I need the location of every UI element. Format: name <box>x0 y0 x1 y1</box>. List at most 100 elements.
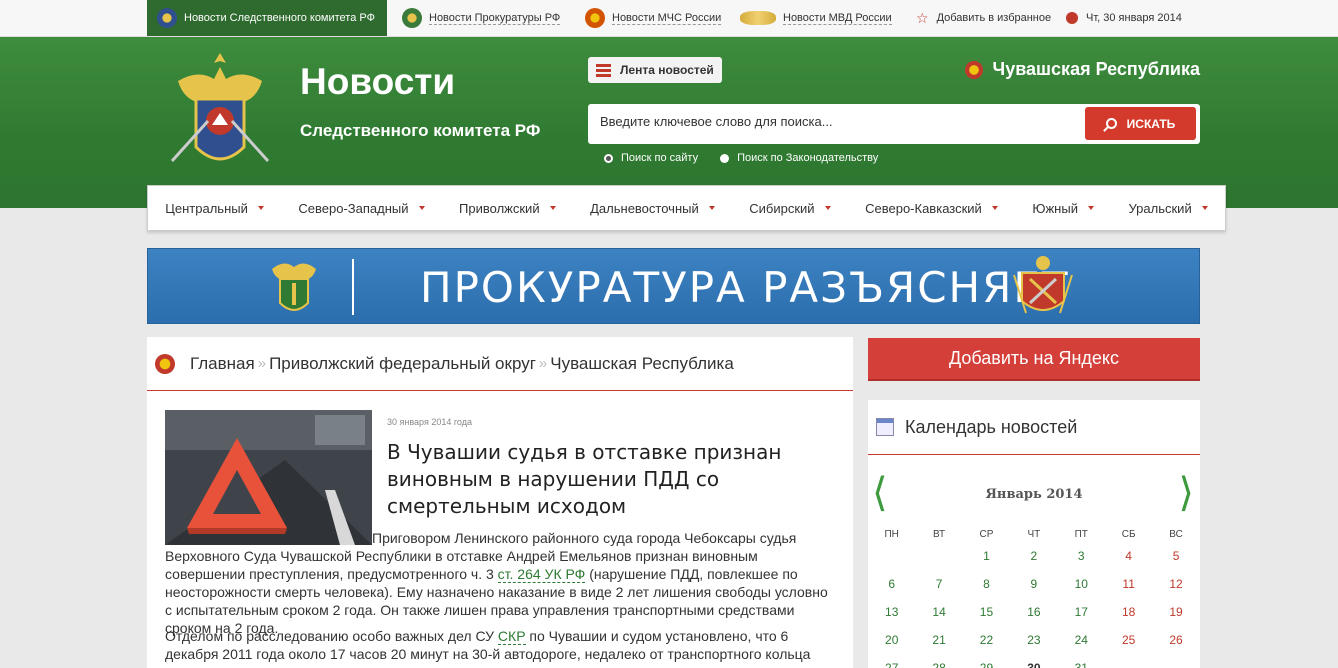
radio-checked-icon <box>604 153 613 163</box>
nav-label: Южный <box>1032 200 1078 216</box>
calendar-day[interactable]: 30 <box>1010 661 1057 668</box>
nav-item-fareast[interactable]: Дальневосточный <box>590 201 715 216</box>
breadcrumb-separator: » <box>538 355 548 372</box>
add-favorite-link[interactable]: ☆ Добавить в избранное <box>916 0 1051 36</box>
region-label: Чувашская Республика <box>992 59 1200 79</box>
radio-search-law[interactable]: Поиск по Законодательству <box>720 152 878 164</box>
calendar-title: Календарь новостей <box>905 416 1078 437</box>
calendar-day[interactable]: 26 <box>1152 633 1199 647</box>
prosecutor-emblem-icon <box>402 8 422 28</box>
prosecutor-emblem-icon <box>272 263 316 311</box>
calendar-day[interactable]: 23 <box>1010 633 1057 647</box>
topbar-tab-prosecutor[interactable]: Новости Прокуратуры РФ <box>402 0 561 36</box>
caret-down-icon <box>1201 206 1208 210</box>
topbar-tab-label: Новости МЧС России <box>612 11 722 25</box>
nav-item-central[interactable]: Центральный <box>165 201 264 216</box>
site-subtitle: Следственного комитета РФ <box>300 121 541 140</box>
caret-down-icon <box>257 206 264 210</box>
weekday-label: СР <box>979 528 994 540</box>
nav-item-northwest[interactable]: Северо-Западный <box>298 200 425 216</box>
news-feed-label: Лента новостей <box>620 63 714 77</box>
weekday-label: СБ <box>1121 528 1136 540</box>
calendar-header: Календарь новостей <box>868 400 1200 455</box>
search-scope: Поиск по сайту Поиск по Законодательству <box>604 152 900 164</box>
topbar-tab-label: Новости Прокуратуры РФ <box>429 11 561 25</box>
district-nav: Центральный Северо-Западный Приволжский … <box>147 185 1226 231</box>
skr-link[interactable]: СКР <box>497 628 526 645</box>
calendar-day[interactable]: 31 <box>1058 661 1105 668</box>
calendar-icon <box>876 418 894 436</box>
topbar-tab-mvd[interactable]: Новости МВД России <box>740 0 892 36</box>
breadcrumb-region[interactable]: Чувашская Республика <box>550 354 734 374</box>
search-button-label: ИСКАТЬ <box>1126 116 1176 131</box>
caret-down-icon <box>991 206 998 210</box>
breadcrumb-home[interactable]: Главная <box>190 354 255 374</box>
nav-item-northcaucasus[interactable]: Северо-Кавказский <box>865 201 998 216</box>
calendar-day[interactable]: 28 <box>915 661 962 668</box>
breadcrumb-separator: » <box>257 355 267 372</box>
article-photo-warning-triangle[interactable] <box>165 410 372 545</box>
calendar-weeks: 1 2 3 4 5 6 7 8 9 10 11 12 13 14 15 16 17 18 19 20 21 22 23 24 2… <box>868 542 1200 668</box>
region-selector[interactable]: Чувашская Республика <box>964 59 1200 80</box>
calendar-day[interactable]: 5 <box>1152 549 1199 563</box>
calendar-day[interactable]: 2 <box>1010 549 1057 563</box>
caret-down-icon <box>418 206 425 210</box>
calendar-day[interactable]: 7 <box>915 577 962 591</box>
calendar-day[interactable]: 24 <box>1058 633 1105 647</box>
breadcrumb: Главная » Приволжский федеральный округ … <box>147 337 853 391</box>
sk-coat-of-arms-icon[interactable] <box>168 51 272 175</box>
calendar-day[interactable]: 29 <box>963 661 1010 668</box>
breadcrumb-district[interactable]: Приволжский федеральный округ <box>269 354 536 374</box>
calendar-day[interactable]: 8 <box>963 577 1010 591</box>
calendar-day[interactable]: 22 <box>963 633 1010 647</box>
favorite-label: Добавить в избранное <box>936 12 1052 24</box>
calendar-day[interactable]: 6 <box>868 577 915 591</box>
nav-item-south[interactable]: Южный <box>1032 201 1094 216</box>
next-month-arrow-icon[interactable]: ⟩ <box>1178 470 1194 516</box>
calendar-day[interactable]: 9 <box>1010 577 1057 591</box>
add-to-yandex-button[interactable]: Добавить на Яндекс <box>868 338 1200 381</box>
calendar-day[interactable]: 20 <box>868 633 915 647</box>
search-button[interactable]: ИСКАТЬ <box>1085 107 1196 140</box>
nav-label: Северо-Западный <box>298 200 409 216</box>
date-label: Чт, 30 января 2014 <box>1086 12 1182 24</box>
article-headline[interactable]: В Чувашии судья в отставке признан винов… <box>387 439 787 520</box>
calendar-day[interactable]: 1 <box>963 549 1010 563</box>
calendar-day[interactable]: 4 <box>1105 549 1152 563</box>
calendar-day[interactable]: 17 <box>1058 605 1105 619</box>
prosecutor-explains-banner[interactable]: ПРОКУРАТУРА РАЗЪЯСНЯЕТ <box>147 248 1200 324</box>
calendar-day[interactable]: 13 <box>868 605 915 619</box>
calendar-week-row: 12345 <box>868 542 1200 570</box>
calendar-day[interactable]: 18 <box>1105 605 1152 619</box>
calendar-week-row: 13 14 15 16 17 18 19 <box>868 598 1200 626</box>
radio-label: Поиск по сайту <box>621 152 699 164</box>
article-date: 30 января 2014 года <box>387 417 472 427</box>
weekday-label: ЧТ <box>1027 528 1041 540</box>
calendar-day[interactable]: 25 <box>1105 633 1152 647</box>
calendar-day[interactable]: 16 <box>1010 605 1057 619</box>
law-article-link[interactable]: ст. 264 УК РФ <box>497 566 586 583</box>
calendar-month: Январь 2014 <box>985 487 1083 502</box>
calendar-day[interactable]: 15 <box>963 605 1010 619</box>
nav-item-siberia[interactable]: Сибирский <box>749 201 831 216</box>
calendar-day[interactable]: 27 <box>868 661 915 668</box>
article-panel: Главная » Приволжский федеральный округ … <box>147 337 853 668</box>
calendar-day[interactable]: 12 <box>1152 577 1199 591</box>
topbar-tab-sk[interactable]: Новости Следственного комитета РФ <box>147 0 387 36</box>
search-input[interactable] <box>600 114 1070 129</box>
radio-search-site[interactable]: Поиск по сайту <box>604 152 698 164</box>
calendar-day[interactable]: 10 <box>1058 577 1105 591</box>
paragraph-text: Отделом по расследованию особо важных де… <box>165 628 495 644</box>
nav-item-volga[interactable]: Приволжский <box>459 201 556 216</box>
nav-label: Дальневосточный <box>590 200 699 216</box>
calendar-day[interactable]: 3 <box>1058 549 1105 563</box>
nav-label: Северо-Кавказский <box>865 200 982 216</box>
calendar-day[interactable]: 19 <box>1152 605 1199 619</box>
calendar-day[interactable]: 14 <box>915 605 962 619</box>
news-feed-button[interactable]: Лента новостей <box>588 57 722 83</box>
caret-down-icon <box>824 206 831 210</box>
calendar-day[interactable]: 11 <box>1105 577 1152 591</box>
calendar-day[interactable]: 21 <box>915 633 962 647</box>
nav-item-ural[interactable]: Уральский <box>1129 201 1208 216</box>
topbar-tab-mchs[interactable]: Новости МЧС России <box>585 0 722 36</box>
